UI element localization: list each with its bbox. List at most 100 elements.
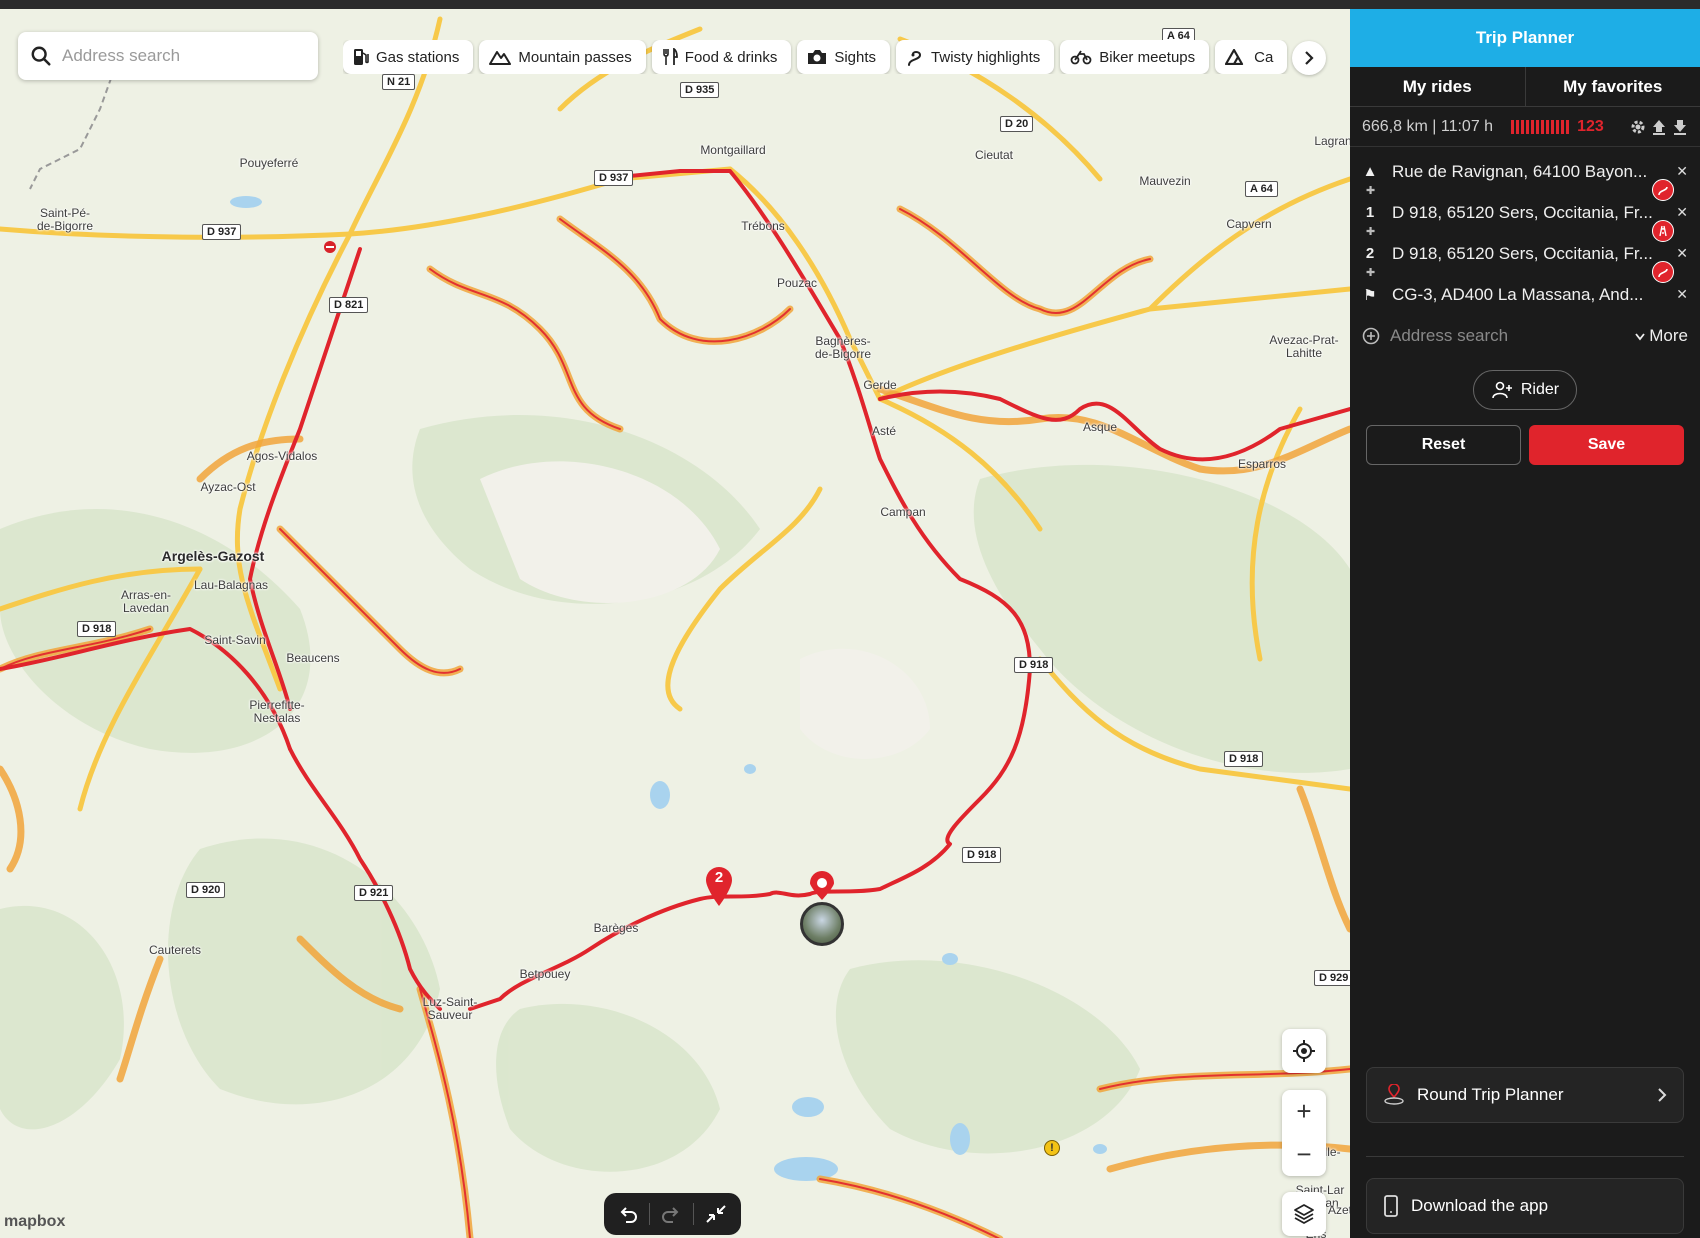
add-circle-icon[interactable] xyxy=(1362,327,1380,345)
place-label: Saint-Pé-de-Bigorre xyxy=(36,206,94,233)
waypoint-marker-1[interactable] xyxy=(808,871,836,901)
road-shield: D 921 xyxy=(354,885,394,901)
map-layers-button[interactable] xyxy=(1282,1192,1326,1236)
add-rider-button[interactable]: Rider xyxy=(1473,370,1577,410)
sidebar-title: Trip Planner xyxy=(1350,9,1700,67)
tab-my-rides[interactable]: My rides xyxy=(1350,67,1525,106)
waypoint-1[interactable]: 1 D 918, 65120 Sers, Occitania, Fr... ✕ … xyxy=(1350,192,1700,242)
filter-biker-meetups[interactable]: Biker meetups xyxy=(1060,40,1210,74)
distance-duration: 666,8 km | 11:07 h xyxy=(1362,117,1494,135)
collapse-route-icon[interactable] xyxy=(705,1204,727,1224)
add-waypoint-input[interactable]: Address search xyxy=(1390,326,1508,346)
reset-button[interactable]: Reset xyxy=(1366,425,1521,465)
place-label: Luz-Saint- Sauveur xyxy=(422,995,478,1022)
filter-mountain-passes[interactable]: Mountain passes xyxy=(479,40,646,74)
phone-icon xyxy=(1384,1195,1398,1217)
curviness-bars xyxy=(1511,119,1570,134)
waypoint-address: D 918, 65120 Sers, Occitania, Fr... xyxy=(1392,202,1653,222)
toolbar-separator xyxy=(692,1203,694,1225)
place-label: Barèges xyxy=(593,921,639,935)
tab-my-favorites[interactable]: My favorites xyxy=(1524,67,1700,106)
road-shield: D 935 xyxy=(680,82,720,98)
no-entry-icon xyxy=(324,241,336,253)
place-label: Cauterets xyxy=(148,943,202,957)
chevron-right-icon xyxy=(1305,51,1314,65)
map-search-input[interactable] xyxy=(62,46,292,66)
more-button[interactable]: More xyxy=(1634,326,1688,346)
place-label: Cieutat xyxy=(974,148,1014,162)
waypoint-start[interactable]: ▲ Rue de Ravignan, 64100 Bayon... ✕ ✚ xyxy=(1350,151,1700,201)
road-shield: D 20 xyxy=(1000,116,1034,132)
map-search-box[interactable] xyxy=(18,32,318,80)
search-icon xyxy=(31,46,51,66)
place-label: Betpouey xyxy=(519,967,571,981)
place-label: Trébons xyxy=(741,219,785,233)
save-button[interactable]: Save xyxy=(1529,425,1684,465)
upload-icon[interactable] xyxy=(1651,119,1667,135)
round-trip-planner-button[interactable]: Round Trip Planner xyxy=(1366,1067,1684,1123)
filter-sights[interactable]: Sights xyxy=(797,40,891,74)
add-user-icon xyxy=(1492,381,1512,399)
place-label: Capvern xyxy=(1226,217,1272,231)
motorbike-icon xyxy=(1070,50,1092,65)
gear-icon[interactable] xyxy=(1630,119,1646,135)
waypoint-address: Rue de Ravignan, 64100 Bayon... xyxy=(1392,161,1648,181)
road-shield: D 918 xyxy=(1014,657,1054,673)
road-shield: D 918 xyxy=(77,621,117,637)
waypoint-number: 1 xyxy=(1365,204,1375,221)
fork-knife-icon xyxy=(662,48,678,65)
place-label: Gerde xyxy=(863,378,897,392)
place-label: Argelès-Gazost xyxy=(161,548,265,564)
filter-scroll-right-button[interactable] xyxy=(1292,41,1326,75)
place-label: Esparros xyxy=(1237,457,1287,471)
redo-icon[interactable] xyxy=(661,1204,681,1224)
place-label: Pouyeferré xyxy=(239,156,299,170)
place-label: Campan xyxy=(880,505,926,519)
waypoint-destination[interactable]: ⚑ CG-3, AD400 La Massana, And... ✕ xyxy=(1350,274,1700,315)
zoom-in-button[interactable]: + xyxy=(1282,1090,1326,1133)
locate-button[interactable] xyxy=(1282,1029,1326,1073)
waypoint-2[interactable]: 2 D 918, 65120 Sers, Occitania, Fr... ✕ … xyxy=(1350,233,1700,283)
add-waypoint-row[interactable]: Address search More xyxy=(1350,315,1700,357)
download-app-button[interactable]: Download the app xyxy=(1366,1178,1684,1234)
waypoint-number: 2 xyxy=(1365,245,1375,262)
waypoint-marker-2[interactable]: 2 xyxy=(704,865,734,912)
zoom-out-button[interactable]: − xyxy=(1282,1133,1326,1176)
undo-icon[interactable] xyxy=(618,1204,638,1224)
camping-icon xyxy=(1225,49,1244,65)
place-label: Lagran xyxy=(1314,134,1350,148)
remove-waypoint-icon[interactable]: ✕ xyxy=(1676,163,1688,180)
poi-filter-bar: Gas stations Mountain passes Food & drin… xyxy=(343,40,1325,74)
place-label: Asque xyxy=(1082,420,1118,434)
remove-waypoint-icon[interactable]: ✕ xyxy=(1676,204,1688,221)
place-label: Lau-Balagnas xyxy=(193,578,269,592)
filter-gas-stations[interactable]: Gas stations xyxy=(343,40,474,74)
download-icon[interactable] xyxy=(1672,119,1688,135)
road-shield: D 937 xyxy=(202,224,242,240)
remove-waypoint-icon[interactable]: ✕ xyxy=(1676,286,1688,303)
filter-camping[interactable]: Ca xyxy=(1215,40,1288,74)
road-shield: D 920 xyxy=(186,882,226,898)
waypoint-list: ▲ Rue de Ravignan, 64100 Bayon... ✕ ✚ 1 … xyxy=(1350,147,1700,315)
waypoint-address: CG-3, AD400 La Massana, And... xyxy=(1392,284,1644,304)
road-shield: D 918 xyxy=(962,847,1002,863)
map-canvas[interactable]: Pouyeferré Saint-Pé-de-Bigorre Montgaill… xyxy=(0,9,1350,1238)
place-label: Montgaillard xyxy=(700,143,766,157)
photo-marker[interactable] xyxy=(800,902,844,946)
place-label: Azet xyxy=(1327,1203,1350,1217)
road-shield: N 21 xyxy=(382,74,416,90)
place-label: Arras-en- Lavedan xyxy=(120,588,172,615)
warning-icon[interactable]: ! xyxy=(1044,1140,1060,1156)
sidebar-tabs: My rides My favorites xyxy=(1350,67,1700,107)
layers-icon xyxy=(1294,1204,1314,1224)
place-label: Avezac-Prat- Lahitte xyxy=(1269,333,1339,360)
flag-icon: ⚑ xyxy=(1363,286,1377,304)
map-terrain xyxy=(0,16,1350,1238)
road-shield: A 64 xyxy=(1245,181,1278,197)
filter-twisty-highlights[interactable]: Twisty highlights xyxy=(896,40,1055,74)
filter-food-drinks[interactable]: Food & drinks xyxy=(651,40,792,74)
remove-waypoint-icon[interactable]: ✕ xyxy=(1676,245,1688,262)
waypoint-address: D 918, 65120 Sers, Occitania, Fr... xyxy=(1392,243,1653,263)
round-trip-icon xyxy=(1384,1084,1404,1105)
start-marker-icon: ▲ xyxy=(1362,163,1378,180)
